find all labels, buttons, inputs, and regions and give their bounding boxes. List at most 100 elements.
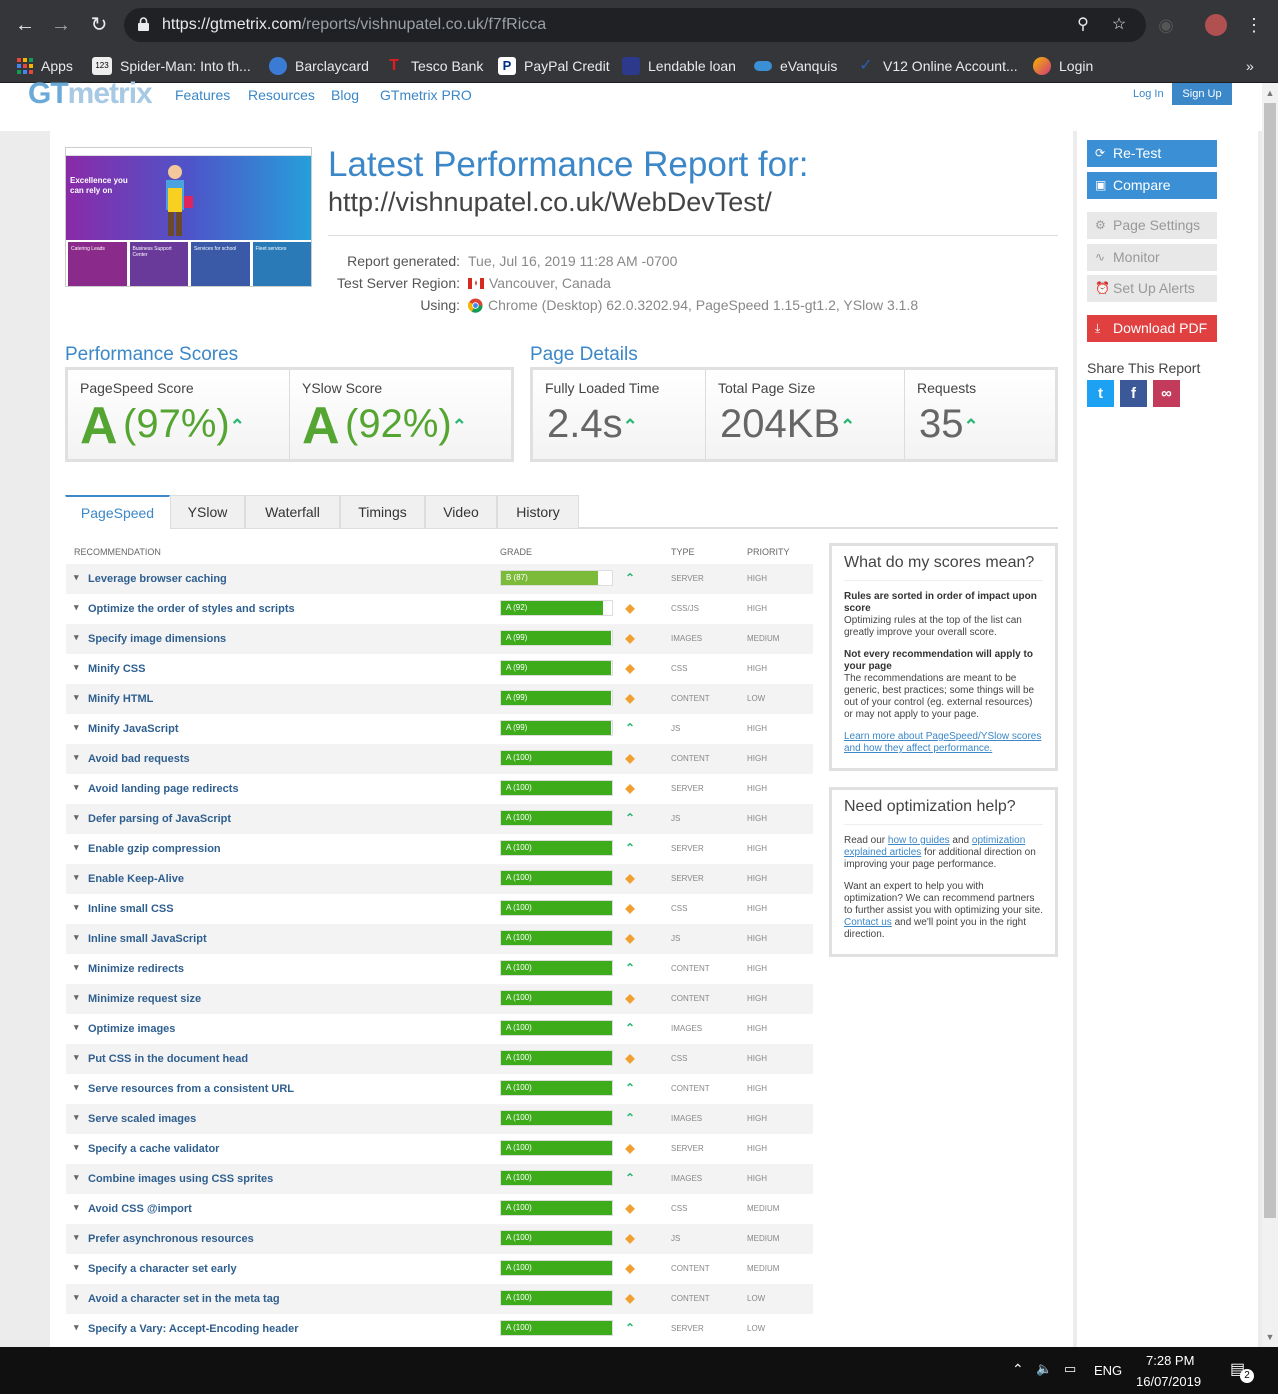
learn-more-link[interactable]: Learn more about PageSpeed/YSlow scores … [844,731,1043,755]
menu-kebab-icon[interactable]: ⋮ [1242,12,1266,38]
recommendation-name[interactable]: Specify a cache validator [74,1142,220,1155]
recommendation-name[interactable]: Enable gzip compression [74,842,221,855]
recommendation-row[interactable]: Optimize images A (100) ⌃ IMAGES HIGH [66,1014,813,1044]
signup-button[interactable]: Sign Up [1172,83,1232,105]
recommendation-row[interactable]: Serve scaled images A (100) ⌃ IMAGES HIGH [66,1104,813,1134]
recommendation-row[interactable]: Specify a Vary: Accept-Encoding header A … [66,1314,813,1344]
language-indicator[interactable]: ENG [1094,1363,1122,1378]
action-center-icon[interactable]: ▤ 2 [1230,1359,1254,1383]
recommendation-row[interactable]: Enable Keep-Alive A (100) ◆ SERVER HIGH [66,864,813,894]
extension-icon[interactable]: ◉ [1154,12,1178,38]
tray-chevron-icon[interactable]: ⌃ [1012,1361,1024,1378]
recommendation-row[interactable]: Inline small JavaScript A (100) ◆ JS HIGH [66,924,813,954]
tab-timings[interactable]: Timings [340,495,425,529]
tab-history[interactable]: History [497,495,579,529]
reload-icon[interactable]: ↻ [86,12,112,38]
download-pdf-button[interactable]: ⤓ Download PDF [1087,315,1217,342]
site-screenshot-thumbnail[interactable]: Excellence you can rely on Catering Lead… [65,147,312,287]
recommendation-row[interactable]: Specify a character set early A (100) ◆ CON… [66,1254,813,1284]
bookmark-tesco[interactable]: T Tesco Bank [385,55,483,77]
bookmarks-overflow-button[interactable]: » [1246,55,1254,77]
recommendation-name[interactable]: Optimize the order of styles and scripts [74,602,295,615]
bookmark-paypal[interactable]: P PayPal Credit [498,55,610,77]
recommendation-row[interactable]: Serve resources from a consistent URL A (… [66,1074,813,1104]
recommendation-name[interactable]: Specify a Vary: Accept-Encoding header [74,1322,298,1335]
recommendation-row[interactable]: Avoid landing page redirects A (100) ◆ SERV… [66,774,813,804]
twitter-icon[interactable]: t [1087,380,1114,407]
recommendation-row[interactable]: Leverage browser caching B (87) ⌃ SERVER HIG… [66,564,813,594]
bookmark-apps[interactable]: Apps [17,55,73,77]
recommendation-name[interactable]: Minify CSS [74,662,146,675]
recommendation-name[interactable]: Avoid bad requests [74,752,190,765]
recommendation-name[interactable]: Put CSS in the document head [74,1052,248,1065]
bookmark-spiderman[interactable]: 123 Spider-Man: Into th... [92,55,251,77]
network-icon[interactable]: ▭ [1064,1361,1076,1377]
recommendation-row[interactable]: Combine images using CSS sprites A (100) ⌃… [66,1164,813,1194]
recommendation-name[interactable]: Enable Keep-Alive [74,872,184,885]
forward-icon[interactable]: → [48,12,74,38]
recommendation-row[interactable]: Minify JavaScript A (99) ⌃ JS HIGH [66,714,813,744]
recommendation-name[interactable]: Leverage browser caching [74,572,227,585]
tab-yslow[interactable]: YSlow [170,495,245,529]
recommendation-row[interactable]: Specify a cache validator A (100) ◆ SERVER H… [66,1134,813,1164]
recommendation-row[interactable]: Specify image dimensions A (99) ◆ IMAGES MED… [66,624,813,654]
bookmark-login[interactable]: Login [1033,55,1093,77]
recommendation-name[interactable]: Defer parsing of JavaScript [74,812,231,825]
compare-button[interactable]: ▣ Compare [1087,172,1217,199]
bookmark-star-icon[interactable]: ☆ [1108,14,1130,36]
page-settings-button[interactable]: ⚙ Page Settings [1087,212,1217,239]
page-scrollbar[interactable]: ▲ ▼ [1262,83,1278,1347]
monitor-button[interactable]: ∿ Monitor [1087,244,1217,271]
gtmetrix-logo[interactable]: GTmetrix [28,77,153,111]
recommendation-name[interactable]: Serve scaled images [74,1112,196,1125]
recommendation-row[interactable]: Put CSS in the document head A (100) ◆ CSS H… [66,1044,813,1074]
recommendation-row[interactable]: Avoid a character set in the meta tag A (… [66,1284,813,1314]
volume-icon[interactable]: 🔈 [1036,1361,1052,1377]
bookmark-barclaycard[interactable]: Barclaycard [269,55,369,77]
recommendation-name[interactable]: Minify JavaScript [74,722,179,735]
recommendation-row[interactable]: Defer parsing of JavaScript A (100) ⌃ JS HIG… [66,804,813,834]
recommendation-row[interactable]: Minify CSS A (99) ◆ CSS HIGH [66,654,813,684]
bookmark-lendable[interactable]: Lendable loan [622,55,736,77]
nav-blog[interactable]: Blog [331,87,359,103]
clock-date[interactable]: 16/07/2019 [1136,1374,1201,1389]
nav-gtmetrix-pro[interactable]: GTmetrix PRO [380,87,472,103]
tab-video[interactable]: Video [425,495,497,529]
retest-button[interactable]: ⟳ Re-Test [1087,140,1217,167]
tab-pagespeed[interactable]: PageSpeed [65,495,170,529]
alerts-button[interactable]: ⏰ Set Up Alerts [1087,275,1217,302]
facebook-icon[interactable]: f [1120,380,1147,407]
report-url[interactable]: http://vishnupatel.co.uk/WebDevTest/ [328,187,772,218]
scroll-up-icon[interactable]: ▲ [1262,85,1278,101]
link-icon[interactable]: ∞ [1153,380,1180,407]
recommendation-row[interactable]: Avoid bad requests A (100) ◆ CONTENT HIGH [66,744,813,774]
recommendation-name[interactable]: Optimize images [74,1022,175,1035]
recommendation-name[interactable]: Inline small JavaScript [74,932,207,945]
recommendation-name[interactable]: Minimize redirects [74,962,184,975]
recommendation-name[interactable]: Inline small CSS [74,902,174,915]
recommendation-row[interactable]: Minify HTML A (99) ◆ CONTENT LOW [66,684,813,714]
recommendation-row[interactable]: Avoid CSS @import A (100) ◆ CSS MEDIUM [66,1194,813,1224]
recommendation-row[interactable]: Inline small CSS A (100) ◆ CSS HIGH [66,894,813,924]
recommendation-name[interactable]: Prefer asynchronous resources [74,1232,254,1245]
scroll-down-icon[interactable]: ▼ [1262,1329,1278,1345]
recommendation-name[interactable]: Combine images using CSS sprites [74,1172,273,1185]
zoom-icon[interactable]: ⚲ [1072,14,1094,36]
address-bar[interactable]: https://gtmetrix.com/reports/vishnupatel… [124,8,1146,42]
bookmark-evanquis[interactable]: eVanquis [754,55,837,77]
profile-avatar[interactable] [1204,12,1228,38]
recommendation-name[interactable]: Avoid landing page redirects [74,782,239,795]
how-to-guides-link[interactable]: how to guides [888,835,950,846]
back-icon[interactable]: ← [12,12,38,38]
tab-waterfall[interactable]: Waterfall [245,495,340,529]
recommendation-row[interactable]: Optimize the order of styles and scripts… [66,594,813,624]
scrollbar-thumb[interactable] [1264,103,1276,1218]
recommendation-name[interactable]: Minimize request size [74,992,201,1005]
recommendation-row[interactable]: Minimize request size A (100) ◆ CONTENT HIGH [66,984,813,1014]
recommendation-row[interactable]: Minimize redirects A (100) ⌃ CONTENT HIGH [66,954,813,984]
nav-features[interactable]: Features [175,87,230,103]
bookmark-v12[interactable]: ✓ V12 Online Account... [857,55,1017,77]
recommendation-name[interactable]: Specify image dimensions [74,632,226,645]
login-link[interactable]: Log In [1133,88,1164,100]
recommendation-name[interactable]: Minify HTML [74,692,153,705]
